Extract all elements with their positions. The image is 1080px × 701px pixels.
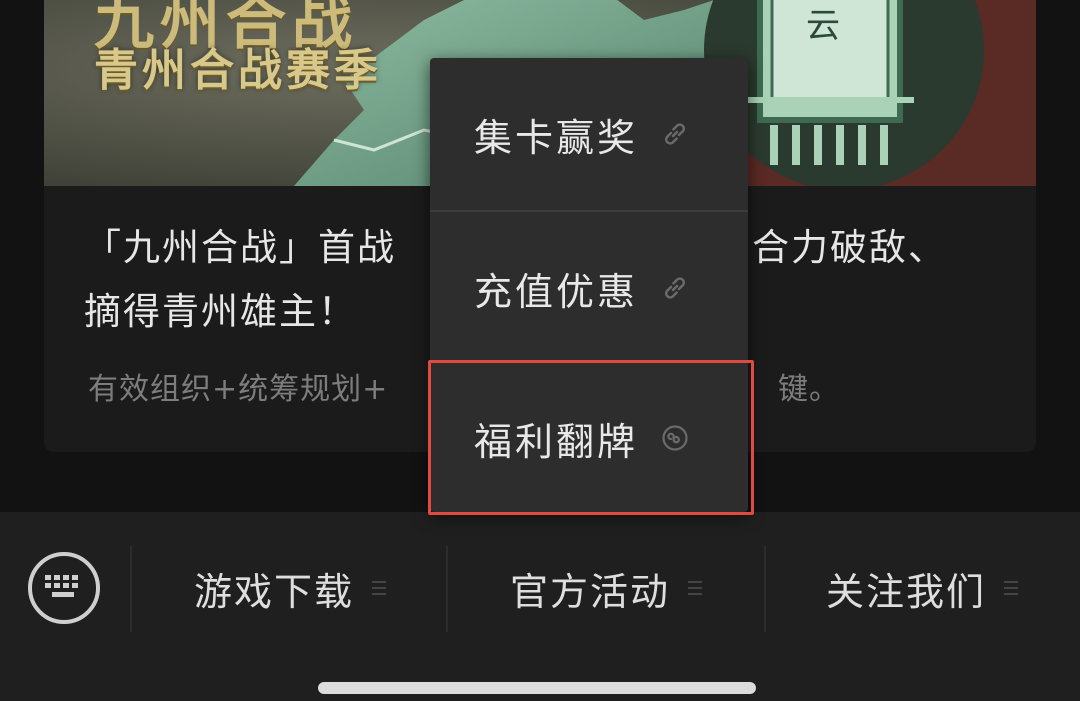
- official-events-submenu: 集卡赢奖 充值优惠 福利翻牌: [430, 58, 748, 512]
- submenu-indicator-icon: [688, 581, 702, 595]
- link-icon: [660, 119, 690, 149]
- submenu-item-card-collect[interactable]: 集卡赢奖: [430, 58, 748, 210]
- submenu-item-welfare-flip[interactable]: 福利翻牌: [430, 362, 748, 514]
- menu-label: 官方活动: [509, 569, 670, 614]
- submenu-indicator-icon: [372, 581, 386, 595]
- menu-label: 游戏下载: [193, 569, 354, 614]
- bottom-menu-bar: 游戏下载 官方活动 关注我们: [0, 512, 1080, 701]
- menu-separator: [764, 546, 766, 632]
- submenu-item-label: 福利翻牌: [474, 419, 639, 464]
- banner-subtitle: 青州合战赛季: [94, 45, 382, 96]
- submenu-item-label: 集卡赢奖: [474, 115, 639, 160]
- home-indicator[interactable]: [318, 682, 756, 694]
- menu-game-download[interactable]: 游戏下载: [140, 552, 440, 624]
- menu-official-events[interactable]: 官方活动: [456, 552, 756, 624]
- submenu-item-label: 充值优惠: [474, 269, 639, 314]
- menu-follow-us[interactable]: 关注我们: [772, 552, 1072, 624]
- headline-line1-right: 合力破敌、: [752, 226, 947, 269]
- submenu-item-recharge-offer[interactable]: 充值优惠: [430, 212, 748, 364]
- menu-separator: [446, 546, 448, 632]
- link-icon: [660, 273, 690, 303]
- summary-left: 有效组织+统筹规划+: [88, 372, 389, 407]
- submenu-indicator-icon: [1004, 581, 1018, 595]
- headline-line1-left: 「九州合战」首战: [84, 226, 396, 269]
- menu-label: 关注我们: [825, 569, 986, 614]
- wechat-article-page: 九州合战 青州合战赛季 云 「九州合战」首战 合力破敌、 摘得青州雄主！ 有效组…: [0, 0, 1080, 701]
- mini-program-icon: [660, 423, 690, 453]
- summary-right: 键。: [778, 372, 840, 407]
- menu-separator: [130, 546, 132, 632]
- banner-seal-char: 云: [806, 6, 840, 46]
- keyboard-icon[interactable]: [28, 552, 100, 624]
